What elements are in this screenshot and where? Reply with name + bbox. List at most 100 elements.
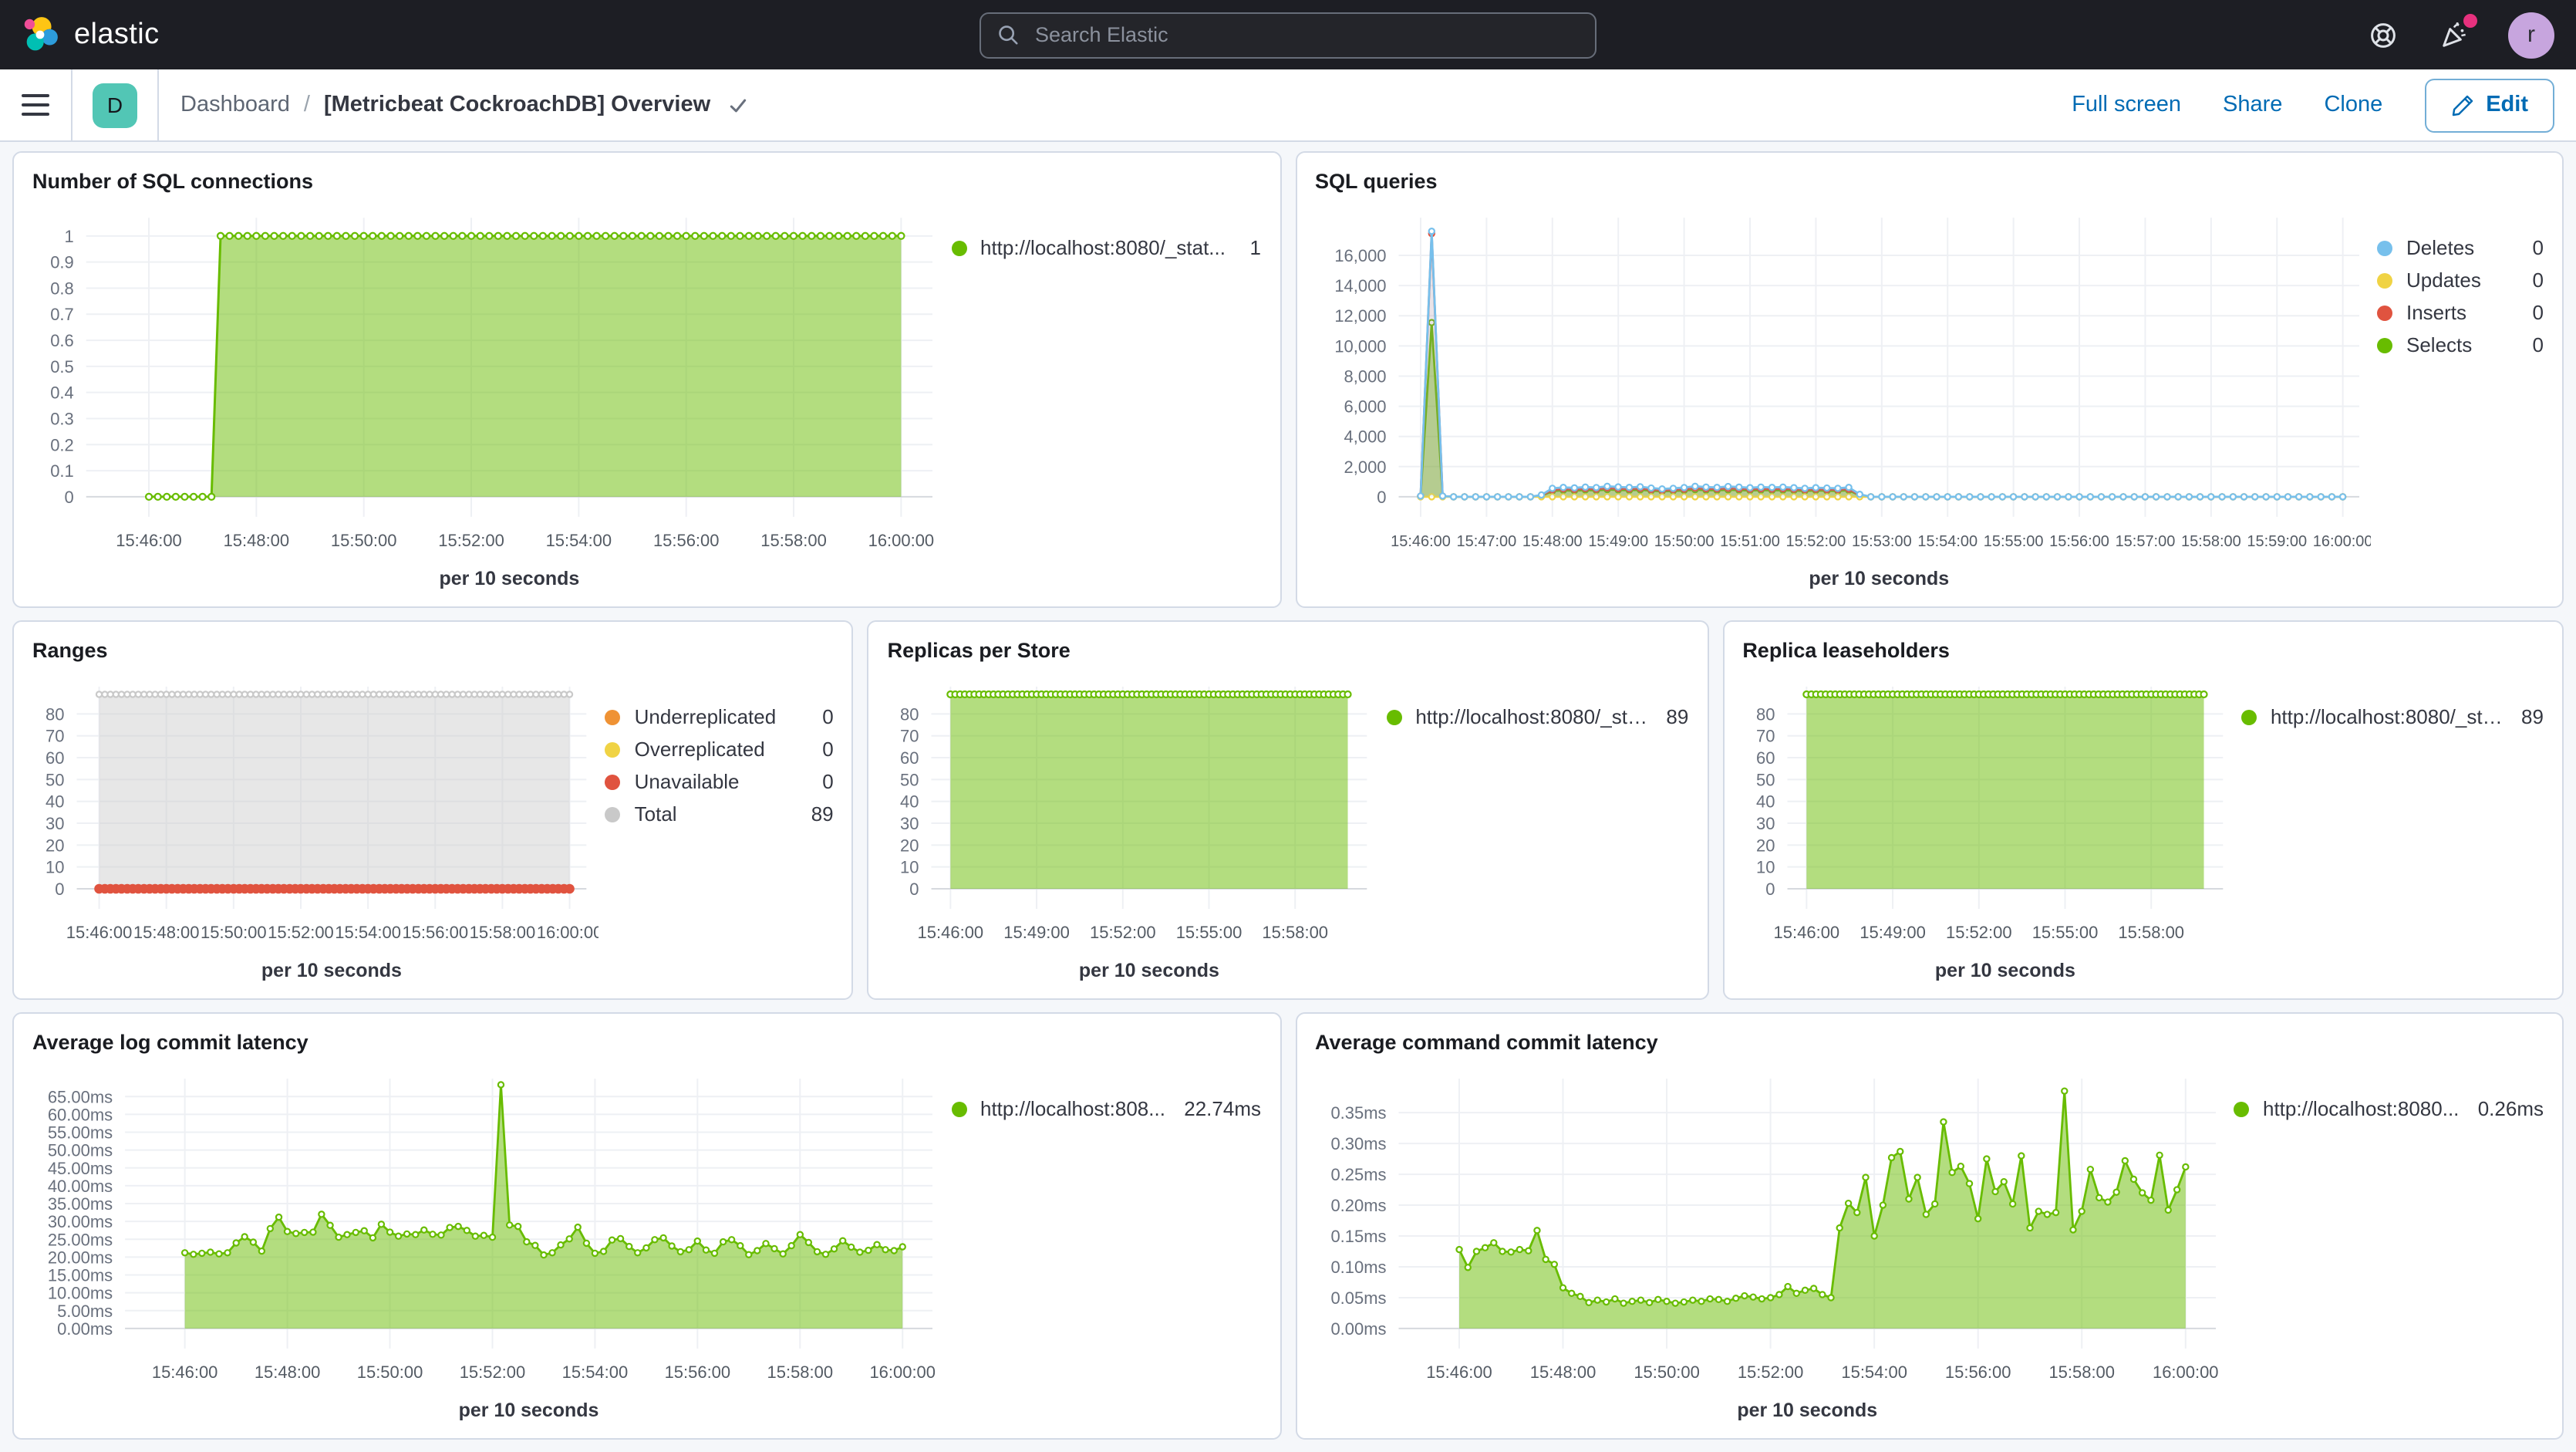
svg-text:15:46:00: 15:46:00	[918, 923, 984, 942]
dashboard-grid: Number of SQL connections 15:46:0015:48:…	[0, 142, 2576, 1452]
help-button[interactable]	[2366, 18, 2400, 52]
legend-item[interactable]: Underreplicated0	[605, 705, 834, 728]
legend-value: 0.26ms	[2478, 1097, 2544, 1120]
chart-legend: http://localhost:8080...0.26ms	[2227, 1060, 2544, 1426]
svg-text:40: 40	[46, 792, 64, 812]
newsfeed-button[interactable]	[2437, 18, 2471, 52]
notification-dot	[2463, 13, 2477, 27]
legend-label: http://localhost:8080/_sta...	[2271, 705, 2506, 728]
menu-hamburger-icon[interactable]	[22, 94, 49, 116]
svg-text:0.25ms: 0.25ms	[1330, 1165, 1385, 1184]
svg-text:per 10 seconds: per 10 seconds	[459, 1400, 599, 1421]
svg-text:15:58:00: 15:58:00	[2118, 923, 2184, 942]
svg-text:35.00ms: 35.00ms	[48, 1194, 113, 1214]
edit-button[interactable]: Edit	[2424, 78, 2554, 132]
svg-text:40: 40	[1755, 792, 1774, 812]
title-menu-button[interactable]	[727, 95, 747, 115]
legend-label: Selects	[2406, 333, 2517, 356]
search-input[interactable]	[1032, 22, 1580, 48]
chart-average-log-commit-latency[interactable]: 15:46:0015:48:0015:50:0015:52:0015:54:00…	[32, 1060, 945, 1426]
legend-item[interactable]: Unavailable0	[605, 770, 834, 793]
svg-text:6,000: 6,000	[1344, 397, 1386, 417]
svg-text:15:50:00: 15:50:00	[1654, 533, 1714, 550]
svg-text:50: 50	[46, 770, 64, 789]
svg-text:12,000: 12,000	[1334, 306, 1385, 326]
svg-text:0.5: 0.5	[50, 357, 74, 377]
legend-item[interactable]: http://localhost:8080/_sta...89	[2241, 705, 2544, 728]
divider	[71, 69, 72, 140]
chart-ranges[interactable]: 15:46:0015:48:0015:50:0015:52:0015:54:00…	[32, 668, 599, 986]
legend-item[interactable]: http://localhost:8080/_stat...1	[951, 236, 1261, 259]
full-screen-button[interactable]: Full screen	[2072, 93, 2181, 117]
legend-item[interactable]: Total89	[605, 802, 834, 826]
panel-title: Average command commit latency	[1315, 1026, 2544, 1060]
svg-text:15:48:00: 15:48:00	[1529, 1363, 1596, 1382]
chart-replicas-per-store[interactable]: 15:46:0015:49:0015:52:0015:55:0015:58:00…	[888, 668, 1381, 986]
svg-text:0: 0	[910, 880, 919, 899]
chart-number-of-sql-connections[interactable]: 15:46:0015:48:0015:50:0015:52:0015:54:00…	[32, 199, 945, 594]
svg-text:15:55:00: 15:55:00	[1983, 533, 2043, 550]
svg-text:10: 10	[901, 858, 919, 877]
share-button[interactable]: Share	[2223, 93, 2282, 117]
panel-number-of-sql-connections: Number of SQL connections 15:46:0015:48:…	[12, 151, 1281, 608]
svg-text:0.00ms: 0.00ms	[57, 1319, 113, 1339]
svg-text:50.00ms: 50.00ms	[48, 1141, 113, 1160]
chart-replica-leaseholders[interactable]: 15:46:0015:49:0015:52:0015:55:0015:58:00…	[1742, 668, 2235, 986]
svg-text:15:58:00: 15:58:00	[2048, 1363, 2114, 1382]
pencil-icon	[2450, 93, 2473, 116]
svg-text:15:51:00: 15:51:00	[1719, 533, 1779, 550]
user-avatar[interactable]: r	[2508, 12, 2554, 58]
dashboard-actions: Full screen Share Clone Edit	[2072, 78, 2576, 132]
series-color-dot	[605, 806, 621, 822]
legend-item[interactable]: http://localhost:8080/_sta...89	[1386, 705, 1688, 728]
legend-item[interactable]: http://localhost:808...22.74ms	[951, 1097, 1261, 1120]
panel-replicas-per-store: Replicas per Store 15:46:0015:49:0015:52…	[868, 620, 1709, 1000]
chart-sql-queries[interactable]: 15:46:0015:47:0015:48:0015:49:0015:50:00…	[1315, 199, 2371, 594]
svg-text:15:46:00: 15:46:00	[1425, 1363, 1492, 1382]
space-badge[interactable]: D	[93, 83, 137, 127]
svg-text:10: 10	[1755, 858, 1774, 877]
svg-text:15:48:00: 15:48:00	[1522, 533, 1582, 550]
svg-text:20: 20	[46, 836, 64, 855]
panel-title: Ranges	[32, 634, 834, 668]
svg-text:15:59:00: 15:59:00	[2246, 533, 2306, 550]
global-search[interactable]	[979, 12, 1597, 58]
svg-text:20.00ms: 20.00ms	[48, 1248, 113, 1267]
svg-text:15:50:00: 15:50:00	[357, 1363, 423, 1382]
elastic-logo[interactable]: elastic	[22, 15, 160, 54]
chart-average-command-commit-latency[interactable]: 15:46:0015:48:0015:50:0015:52:0015:54:00…	[1315, 1060, 2227, 1426]
svg-text:0.3: 0.3	[50, 409, 74, 428]
svg-text:50: 50	[1755, 770, 1774, 789]
svg-text:15:49:00: 15:49:00	[1860, 923, 1926, 942]
legend-item[interactable]: Deletes0	[2377, 236, 2544, 259]
svg-text:5.00ms: 5.00ms	[57, 1302, 113, 1321]
svg-text:80: 80	[1755, 704, 1774, 724]
kibana-dashboard-app: elastic	[0, 0, 2576, 1449]
panel-sql-queries: SQL queries 15:46:0015:47:0015:48:0015:4…	[1295, 151, 2564, 608]
svg-text:15:49:00: 15:49:00	[1004, 923, 1071, 942]
legend-item[interactable]: Inserts0	[2377, 301, 2544, 324]
legend-item[interactable]: Selects0	[2377, 333, 2544, 356]
legend-item[interactable]: Overreplicated0	[605, 738, 834, 761]
series-color-dot	[605, 709, 621, 724]
svg-text:8,000: 8,000	[1344, 366, 1386, 386]
svg-text:0: 0	[1376, 488, 1385, 507]
svg-text:15:54:00: 15:54:00	[546, 531, 612, 550]
svg-text:15:56:00: 15:56:00	[402, 923, 468, 942]
svg-text:per 10 seconds: per 10 seconds	[439, 568, 579, 589]
svg-text:per 10 seconds: per 10 seconds	[261, 960, 402, 981]
legend-label: Unavailable	[635, 770, 808, 793]
svg-text:0.2: 0.2	[50, 435, 74, 454]
svg-text:10: 10	[46, 858, 64, 877]
svg-text:10.00ms: 10.00ms	[48, 1284, 113, 1303]
clone-button[interactable]: Clone	[2324, 93, 2382, 117]
series-color-dot	[2377, 337, 2392, 353]
svg-text:15:56:00: 15:56:00	[2048, 533, 2109, 550]
legend-item[interactable]: Updates0	[2377, 268, 2544, 292]
svg-text:16:00:00: 16:00:00	[868, 531, 935, 550]
legend-item[interactable]: http://localhost:8080...0.26ms	[2234, 1097, 2544, 1120]
page-title[interactable]: [Metricbeat CockroachDB] Overview	[324, 93, 710, 117]
svg-text:15:52:00: 15:52:00	[1737, 1363, 1803, 1382]
breadcrumb-dashboard-link[interactable]: Dashboard	[180, 93, 290, 117]
svg-text:15:54:00: 15:54:00	[1840, 1363, 1907, 1382]
